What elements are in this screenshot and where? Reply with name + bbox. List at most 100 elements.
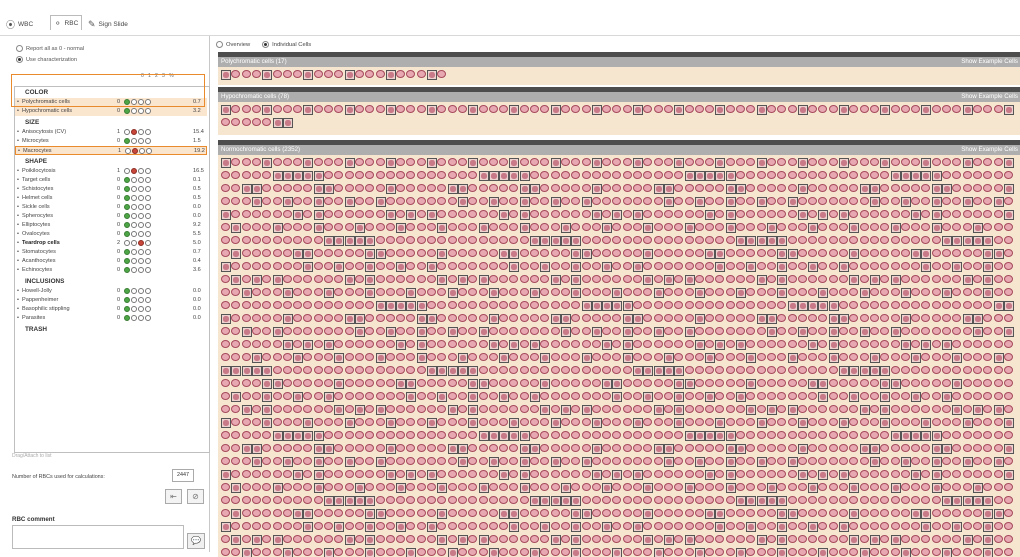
- cell-thumbnail[interactable]: [530, 535, 539, 543]
- cell-thumbnail[interactable]: [942, 236, 952, 246]
- cell-thumbnail[interactable]: [324, 522, 333, 530]
- cell-thumbnail[interactable]: [808, 105, 818, 113]
- cell-thumbnail[interactable]: [746, 158, 756, 166]
- cell-thumbnail[interactable]: [828, 184, 838, 192]
- cell-thumbnail[interactable]: [334, 418, 344, 426]
- cell-thumbnail[interactable]: [828, 418, 838, 426]
- cell-thumbnail[interactable]: [313, 249, 323, 257]
- cell-thumbnail[interactable]: [344, 171, 354, 179]
- grade-2-dot[interactable]: [138, 129, 144, 135]
- cell-thumbnail[interactable]: [921, 184, 931, 192]
- cell-thumbnail[interactable]: [931, 171, 942, 181]
- cell-thumbnail[interactable]: [983, 535, 994, 545]
- cell-thumbnail[interactable]: [581, 249, 592, 259]
- cell-thumbnail[interactable]: [684, 249, 694, 257]
- cell-thumbnail[interactable]: [797, 223, 807, 231]
- cell-thumbnail[interactable]: [602, 431, 612, 439]
- cell-thumbnail[interactable]: [530, 236, 540, 246]
- cell-thumbnail[interactable]: [591, 301, 602, 311]
- cell-thumbnail[interactable]: [530, 105, 539, 113]
- cell-thumbnail[interactable]: [324, 184, 334, 194]
- cell-thumbnail[interactable]: [344, 392, 354, 400]
- cell-thumbnail[interactable]: [869, 483, 879, 491]
- cell-thumbnail[interactable]: [571, 470, 581, 478]
- cell-thumbnail[interactable]: [818, 197, 828, 205]
- cell-thumbnail[interactable]: [560, 249, 570, 257]
- cell-thumbnail[interactable]: [622, 105, 632, 113]
- cell-thumbnail[interactable]: [488, 548, 499, 557]
- cell-thumbnail[interactable]: [674, 353, 684, 361]
- grade-selector[interactable]: [125, 148, 152, 154]
- cell-thumbnail[interactable]: [756, 535, 767, 545]
- cell-thumbnail[interactable]: [653, 340, 663, 348]
- cell-thumbnail[interactable]: [653, 522, 663, 530]
- cell-thumbnail[interactable]: [983, 275, 994, 285]
- grade-1-dot[interactable]: [131, 240, 137, 246]
- cell-thumbnail[interactable]: [674, 379, 685, 389]
- cell-thumbnail[interactable]: [478, 158, 488, 166]
- cell-thumbnail[interactable]: [653, 184, 664, 194]
- cell-thumbnail[interactable]: [488, 483, 498, 491]
- cell-thumbnail[interactable]: [643, 327, 653, 335]
- cell-thumbnail[interactable]: [715, 535, 725, 543]
- grade-2-dot[interactable]: [138, 240, 144, 246]
- cell-thumbnail[interactable]: [972, 548, 982, 556]
- cell-thumbnail[interactable]: [797, 444, 808, 454]
- cell-thumbnail[interactable]: [571, 457, 581, 465]
- cell-thumbnail[interactable]: [560, 327, 571, 337]
- cell-thumbnail[interactable]: [221, 158, 231, 168]
- cell-thumbnail[interactable]: [571, 483, 581, 491]
- cell-thumbnail[interactable]: [715, 353, 725, 361]
- cell-thumbnail[interactable]: [509, 379, 519, 387]
- cell-thumbnail[interactable]: [334, 158, 344, 166]
- cell-thumbnail[interactable]: [571, 509, 582, 519]
- cell-thumbnail[interactable]: [591, 340, 601, 348]
- cell-thumbnail[interactable]: [365, 327, 375, 335]
- cell-thumbnail[interactable]: [251, 118, 261, 126]
- cell-thumbnail[interactable]: [993, 353, 1004, 363]
- cell-thumbnail[interactable]: [385, 70, 396, 80]
- cell-thumbnail[interactable]: [890, 301, 900, 309]
- cell-thumbnail[interactable]: [478, 288, 488, 296]
- cell-thumbnail[interactable]: [746, 353, 757, 363]
- cell-thumbnail[interactable]: [880, 197, 890, 205]
- cell-thumbnail[interactable]: [457, 366, 468, 376]
- cell-thumbnail[interactable]: [787, 340, 797, 348]
- cell-thumbnail[interactable]: [828, 431, 838, 439]
- cell-thumbnail[interactable]: [437, 392, 448, 402]
- cell-thumbnail[interactable]: [385, 522, 395, 530]
- cell-thumbnail[interactable]: [900, 249, 910, 257]
- cell-thumbnail[interactable]: [808, 366, 818, 374]
- cell-thumbnail[interactable]: [437, 171, 447, 179]
- cell-thumbnail[interactable]: [942, 171, 951, 179]
- cell-thumbnail[interactable]: [581, 431, 591, 439]
- cell-thumbnail[interactable]: [952, 418, 962, 426]
- cell-thumbnail[interactable]: [983, 249, 994, 259]
- cell-thumbnail[interactable]: [303, 535, 313, 543]
- cell-thumbnail[interactable]: [488, 327, 498, 335]
- cell-thumbnail[interactable]: [324, 353, 333, 361]
- cell-thumbnail[interactable]: [890, 366, 900, 374]
- cell-thumbnail[interactable]: [931, 327, 941, 335]
- cell-thumbnail[interactable]: [869, 379, 879, 387]
- cell-thumbnail[interactable]: [406, 470, 417, 480]
- cell-thumbnail[interactable]: [488, 301, 498, 309]
- cell-thumbnail[interactable]: [365, 105, 375, 113]
- cell-thumbnail[interactable]: [457, 275, 468, 285]
- cell-thumbnail[interactable]: [808, 171, 818, 179]
- cell-thumbnail[interactable]: [931, 457, 942, 467]
- cell-thumbnail[interactable]: [251, 327, 261, 335]
- cell-thumbnail[interactable]: [890, 418, 900, 426]
- cell-thumbnail[interactable]: [282, 392, 292, 400]
- cell-thumbnail[interactable]: [602, 262, 613, 272]
- cell-thumbnail[interactable]: [952, 457, 962, 465]
- grade-selector[interactable]: [124, 177, 151, 183]
- cell-thumbnail[interactable]: [303, 379, 313, 387]
- cell-thumbnail[interactable]: [457, 105, 467, 113]
- cell-thumbnail[interactable]: [942, 301, 951, 309]
- cell-thumbnail[interactable]: [282, 496, 292, 504]
- cell-thumbnail[interactable]: [241, 105, 251, 113]
- cell-thumbnail[interactable]: [993, 262, 1003, 270]
- cell-thumbnail[interactable]: [602, 548, 612, 556]
- cell-thumbnail[interactable]: [962, 327, 972, 335]
